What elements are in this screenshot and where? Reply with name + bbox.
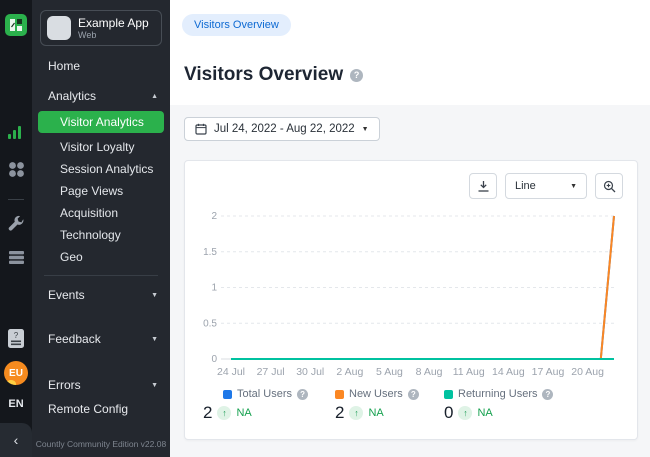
avatar-initials: EU (9, 368, 23, 379)
date-range-value: Jul 24, 2022 - Aug 22, 2022 (214, 123, 355, 135)
avatar-decoration (6, 380, 16, 385)
chevron-up-icon: ▲ (151, 93, 158, 100)
returning-users-value: 0 (444, 403, 453, 423)
chevron-down-icon: ▼ (151, 336, 158, 343)
sidebar-section-feedback[interactable]: Feedback ▼ (32, 327, 170, 351)
sidebar-collapse-button[interactable]: ‹ (0, 423, 32, 457)
trend-value: NA (236, 407, 251, 419)
trend-up-icon: ↑ (458, 406, 472, 420)
countly-dashboard: ? EU EN ‹ Example App Web Home Analytics… (0, 0, 650, 457)
sidebar-menu: Example App Web Home Analytics ▲ Visitor… (32, 0, 170, 457)
svg-text:24 Jul: 24 Jul (217, 366, 245, 378)
content-area: Jul 24, 2022 - Aug 22, 2022 ▼ Line ▼ (170, 105, 650, 457)
sidebar-section-errors[interactable]: Errors ▼ (32, 373, 170, 397)
trend-up-icon: ↑ (349, 406, 363, 420)
sidebar-item-acquisition[interactable]: Acquisition (32, 202, 170, 224)
svg-text:1.5: 1.5 (203, 247, 217, 258)
trend-value: NA (368, 407, 383, 419)
legend-color-swatch (444, 390, 453, 399)
zoom-button[interactable] (595, 173, 623, 199)
sidebar-item-visitor-analytics[interactable]: Visitor Analytics (38, 111, 164, 133)
total-users-value: 2 (203, 403, 212, 423)
sidebar-item-technology[interactable]: Technology (32, 224, 170, 246)
app-selector[interactable]: Example App Web (40, 10, 162, 46)
app-name: Example App (78, 17, 149, 30)
version-footer: Countly Community Edition v22.08 (32, 439, 170, 449)
language-selector[interactable]: EN (0, 398, 32, 410)
download-button[interactable] (469, 173, 497, 199)
svg-text:0: 0 (211, 354, 217, 365)
svg-text:11 Aug: 11 Aug (453, 366, 485, 378)
legend-color-swatch (223, 390, 232, 399)
date-range-picker[interactable]: Jul 24, 2022 - Aug 22, 2022 ▼ (184, 117, 380, 141)
help-icon[interactable]: ? (408, 389, 419, 400)
svg-text:1: 1 (211, 283, 217, 294)
legend-item-new-users[interactable]: New Users ? 2 ↑ NA (335, 388, 444, 423)
new-users-value: 2 (335, 403, 344, 423)
calendar-icon (195, 123, 207, 135)
chevron-down-icon: ▼ (570, 183, 577, 190)
svg-text:?: ? (14, 331, 19, 340)
app-thumbnail (47, 16, 71, 40)
icon-rail: ? EU EN ‹ (0, 0, 32, 457)
chevron-down-icon: ▼ (151, 292, 158, 299)
magnifier-plus-icon (603, 180, 616, 193)
svg-text:30 Jul: 30 Jul (296, 366, 324, 378)
legend-item-returning-users[interactable]: Returning Users ? 0 ↑ NA (444, 388, 553, 423)
chart-legend: Total Users ? 2 ↑ NA New Users (199, 388, 623, 423)
trend-value: NA (477, 407, 492, 419)
utilities-wrench-icon[interactable] (0, 215, 32, 232)
help-icon[interactable]: ? (350, 69, 363, 82)
sidebar-item-remote-config[interactable]: Remote Config (32, 397, 170, 421)
svg-text:20 Aug: 20 Aug (571, 366, 604, 378)
sidebar-item-visitor-loyalty[interactable]: Visitor Loyalty (32, 136, 170, 158)
main-content: Visitors Overview Visitors Overview ? Ju… (170, 0, 650, 457)
svg-text:0.5: 0.5 (203, 318, 217, 329)
sidebar-section-events[interactable]: Events ▼ (32, 283, 170, 307)
countly-logo-icon[interactable] (5, 14, 27, 36)
analytics-barchart-icon[interactable] (0, 124, 32, 140)
svg-text:2: 2 (211, 211, 217, 222)
visitors-chart[interactable]: 0 0.5 1 1.5 2 24 Jul 27 Jul 30 Jul 2 Aug 5 Aug 8 A… (199, 201, 623, 379)
breadcrumb[interactable]: Visitors Overview (182, 14, 291, 36)
user-avatar[interactable]: EU (4, 361, 28, 385)
visitors-chart-card: Line ▼ 0 0.5 1 1.5 2 24 Jul 27 Jul 30 Jul 2 Aug 5… (184, 160, 638, 440)
legend-color-swatch (335, 390, 344, 399)
help-icon[interactable]: ? (542, 389, 553, 400)
apps-grid-icon[interactable] (0, 161, 32, 178)
page-title: Visitors Overview (184, 64, 343, 86)
chevron-down-icon: ▼ (151, 382, 158, 389)
svg-text:5 Aug: 5 Aug (376, 366, 403, 378)
trend-up-icon: ↑ (217, 406, 231, 420)
legend-item-total-users[interactable]: Total Users ? 2 ↑ NA (203, 388, 335, 423)
top-header: Visitors Overview Visitors Overview ? (170, 0, 650, 105)
menu-divider (44, 275, 158, 276)
sidebar-item-home[interactable]: Home (32, 54, 170, 78)
svg-text:14 Aug: 14 Aug (492, 366, 525, 378)
svg-text:2 Aug: 2 Aug (336, 366, 363, 378)
svg-text:27 Jul: 27 Jul (257, 366, 285, 378)
sidebar-item-session-analytics[interactable]: Session Analytics (32, 158, 170, 180)
chart-type-value: Line (515, 180, 536, 192)
rail-divider (8, 199, 24, 200)
data-manager-icon[interactable] (0, 250, 32, 265)
download-icon (477, 180, 490, 193)
sidebar-section-analytics[interactable]: Analytics ▲ (32, 84, 170, 108)
chevron-down-icon: ▼ (362, 126, 369, 133)
help-icon[interactable]: ? (297, 389, 308, 400)
svg-text:8 Aug: 8 Aug (416, 366, 443, 378)
chart-type-select[interactable]: Line ▼ (505, 173, 587, 199)
svg-text:17 Aug: 17 Aug (532, 366, 565, 378)
sidebar-item-geo[interactable]: Geo (32, 246, 170, 268)
help-guide-icon[interactable]: ? (0, 328, 32, 349)
sidebar-item-page-views[interactable]: Page Views (32, 180, 170, 202)
app-type: Web (78, 30, 149, 40)
